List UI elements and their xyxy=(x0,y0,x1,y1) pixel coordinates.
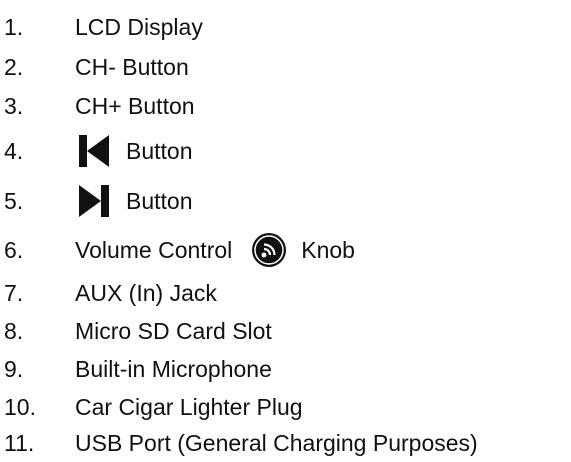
item-number: 11. xyxy=(4,429,35,456)
skip-previous-icon xyxy=(75,132,113,170)
item-label-group: Button xyxy=(75,132,193,170)
item-label-suffix: Knob xyxy=(301,236,355,263)
item-number: 10. xyxy=(4,393,36,420)
list-item: 4. Button xyxy=(0,126,571,176)
item-label: USB Port (General Charging Purposes) xyxy=(75,429,478,456)
list-item: 9. Built-in Microphone xyxy=(0,350,571,388)
parts-list: 1. LCD Display 2. CH- Button 3. CH+ Butt… xyxy=(0,0,571,456)
list-item: 3. CH+ Button xyxy=(0,87,571,125)
item-number: 4. xyxy=(4,137,24,164)
list-item: 7. AUX (In) Jack xyxy=(0,274,571,312)
volume-knob-icon xyxy=(250,231,288,269)
list-item: 11. USB Port (General Charging Purposes) xyxy=(0,424,571,462)
list-item: 1. LCD Display xyxy=(0,8,571,46)
item-number: 5. xyxy=(4,187,24,214)
item-number: 1. xyxy=(4,13,24,40)
list-item: 8. Micro SD Card Slot xyxy=(0,312,571,350)
list-item: 2. CH- Button xyxy=(0,48,571,86)
item-number: 3. xyxy=(4,92,24,119)
item-number: 2. xyxy=(4,53,24,80)
item-label-group: Button xyxy=(75,182,193,220)
item-label: AUX (In) Jack xyxy=(75,279,217,306)
item-label: Button xyxy=(126,187,193,214)
item-label: Button xyxy=(126,137,193,164)
item-label: LCD Display xyxy=(75,13,203,40)
skip-next-icon xyxy=(75,182,113,220)
list-item: 5. Button xyxy=(0,176,571,226)
item-number: 9. xyxy=(4,355,24,382)
item-number: 7. xyxy=(4,279,24,306)
item-number: 6. xyxy=(4,236,24,263)
item-label: CH+ Button xyxy=(75,92,195,119)
item-label: Micro SD Card Slot xyxy=(75,317,272,344)
list-item: 6. Volume Control Knob xyxy=(0,226,571,274)
item-label: CH- Button xyxy=(75,53,189,80)
item-label: Car Cigar Lighter Plug xyxy=(75,393,303,420)
item-label-group: Volume Control Knob xyxy=(75,231,355,269)
item-label: Volume Control xyxy=(75,236,233,263)
item-number: 8. xyxy=(4,317,24,344)
list-item: 10. Car Cigar Lighter Plug xyxy=(0,388,571,426)
item-label: Built-in Microphone xyxy=(75,355,272,382)
